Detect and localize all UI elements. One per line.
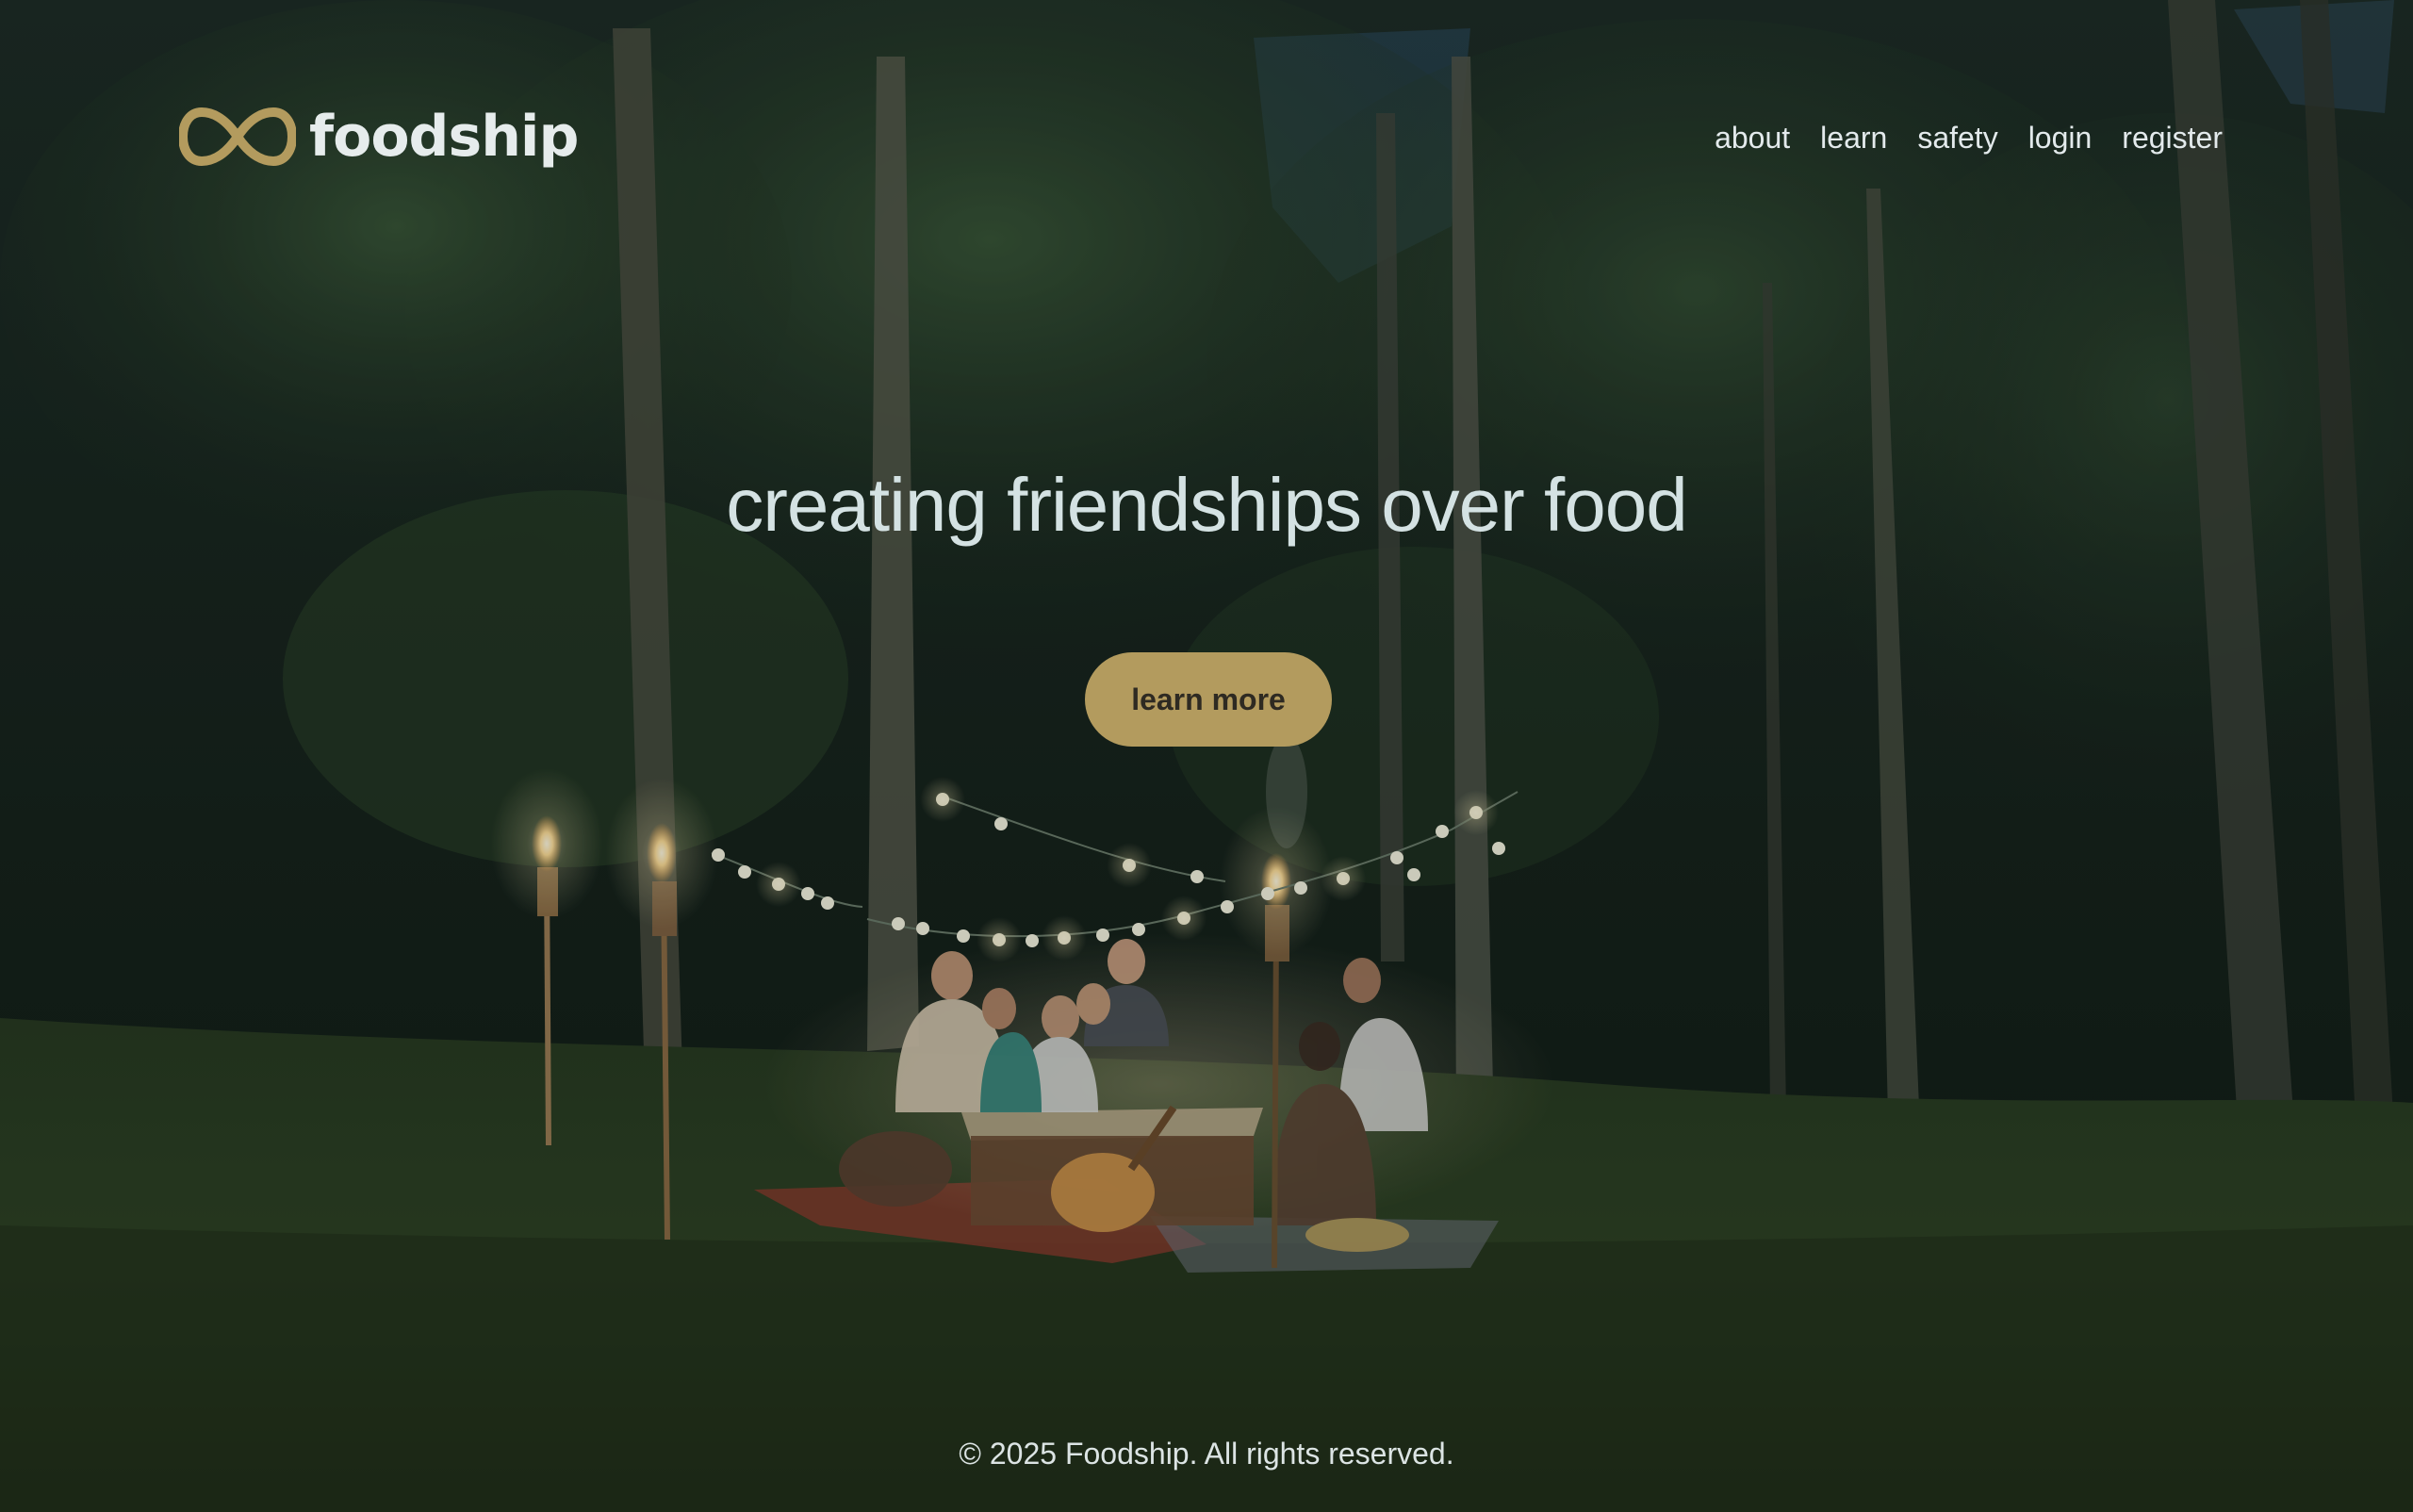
nav-link-register[interactable]: register [2122, 115, 2223, 160]
brand-logo[interactable]: foodship [179, 104, 579, 170]
main-nav: about learn safety login register [1715, 115, 2223, 160]
nav-link-learn[interactable]: learn [1820, 115, 1887, 160]
hero-headline: creating friendships over food [726, 463, 1688, 547]
learn-more-button[interactable]: learn more [1085, 652, 1332, 747]
nav-link-about[interactable]: about [1715, 115, 1790, 160]
nav-link-safety[interactable]: safety [1917, 115, 1997, 160]
infinity-icon [179, 107, 296, 166]
nav-link-login[interactable]: login [2028, 115, 2093, 160]
brand-name: foodship [309, 104, 579, 170]
hero-overlay [0, 0, 2413, 1512]
footer-copyright: © 2025 Foodship. All rights reserved. [959, 1437, 1454, 1471]
landing-page: foodship about learn safety login regist… [0, 0, 2413, 1512]
